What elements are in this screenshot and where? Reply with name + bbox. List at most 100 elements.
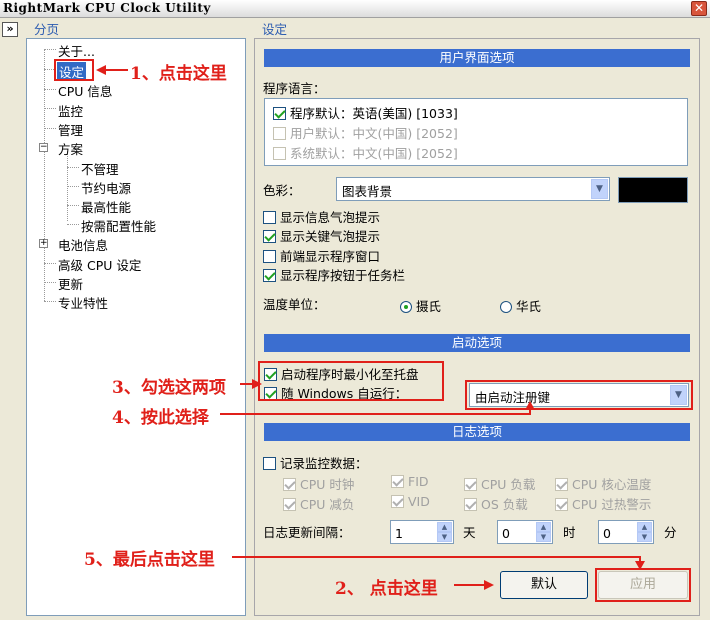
checkbox-icon <box>464 498 477 511</box>
fahrenheit-radio[interactable]: 华氏 <box>500 296 541 315</box>
title-bar: RightMark CPU Clock Utility ✕ <box>0 0 710 18</box>
tree-line <box>44 108 56 109</box>
tree-line <box>67 224 79 225</box>
log-field-cpu-core-temp: CPU 核心温度 <box>555 474 651 493</box>
tree-item-power-save[interactable]: 节约电源 <box>81 178 131 197</box>
days-spinner[interactable]: 1 ▲ ▼ <box>390 520 454 544</box>
color-select[interactable]: 图表背景 ▼ <box>336 177 610 201</box>
tree-item-monitor[interactable]: 监控 <box>58 101 83 120</box>
close-button[interactable]: ✕ <box>691 1 707 16</box>
show-info-balloon-checkbox[interactable]: 显示信息气泡提示 <box>263 207 380 226</box>
spin-up-icon[interactable]: ▲ <box>536 522 551 532</box>
language-option: 系统默认：中文(中国) [2052] <box>273 143 458 162</box>
always-on-top-checkbox[interactable]: 前端显示程序窗口 <box>263 246 380 265</box>
checkbox-icon <box>555 498 568 511</box>
log-interval-label: 日志更新间隔： <box>263 525 351 540</box>
annotation-step3: 3、勾选这两项 <box>112 378 226 398</box>
tree-item-cpu-info[interactable]: CPU 信息 <box>58 81 112 100</box>
checkbox-icon <box>273 107 286 120</box>
tree-line <box>44 263 56 264</box>
page-tree: 关于... 设定 CPU 信息 监控 管理 − 方案 不管理 节约电源 最高性能… <box>26 38 246 616</box>
tree-line <box>67 167 79 168</box>
checkbox-icon <box>464 478 477 491</box>
log-field-cpu-overheat: CPU 过热警示 <box>555 494 651 513</box>
record-monitor-data-checkbox[interactable]: 记录监控数据： <box>263 453 368 472</box>
tree-item-pro-features[interactable]: 专业特性 <box>58 293 108 312</box>
collapse-pane-button[interactable]: » <box>2 22 18 37</box>
celsius-radio[interactable]: 摄氏 <box>400 296 441 315</box>
annotation-step4: 4、按此选择 <box>112 408 209 428</box>
annotation-step5: 5、最后点击这里 <box>84 550 215 570</box>
tree-item-max-performance[interactable]: 最高性能 <box>81 197 131 216</box>
checkbox-icon <box>391 495 404 508</box>
checkbox-icon <box>263 230 276 243</box>
checkbox-icon <box>263 269 276 282</box>
tree-item-advanced-cpu[interactable]: 高级 CPU 设定 <box>58 255 141 274</box>
window-title: RightMark CPU Clock Utility <box>3 1 211 15</box>
minutes-spinner[interactable]: 0 ▲ ▼ <box>598 520 654 544</box>
tree-item-manage[interactable]: 管理 <box>58 120 83 139</box>
startup-options-header: 启动选项 <box>264 334 690 352</box>
radio-icon <box>500 301 512 313</box>
color-swatch[interactable] <box>618 177 688 203</box>
tree-item-battery[interactable]: 电池信息 <box>58 235 108 254</box>
log-field-vid: VID <box>391 494 430 509</box>
arrow-line <box>220 413 530 415</box>
checkbox-icon <box>263 211 276 224</box>
log-field-cpu-clock: CPU 时钟 <box>283 474 354 493</box>
temperature-unit-label: 温度单位： <box>263 297 326 312</box>
tree-item-profiles[interactable]: 方案 <box>58 139 83 158</box>
days-unit: 天 <box>463 525 476 540</box>
tree-line <box>44 282 56 283</box>
log-field-cpu-load: CPU 负载 <box>464 474 535 493</box>
expand-icon[interactable]: + <box>39 239 48 248</box>
arrow-line <box>104 69 128 71</box>
log-field-cpu-throttle: CPU 减负 <box>283 494 354 513</box>
tree-line <box>44 301 56 302</box>
tree-item-update[interactable]: 更新 <box>58 274 83 293</box>
default-button[interactable]: 默认 <box>500 571 588 599</box>
right-pane-title: 设定 <box>262 22 288 37</box>
checkbox-icon <box>283 478 296 491</box>
spin-down-icon[interactable]: ▼ <box>536 532 551 542</box>
show-taskbar-button-checkbox[interactable]: 显示程序按钮于任务栏 <box>263 265 405 284</box>
arrow-icon <box>525 401 535 410</box>
language-option[interactable]: 程序默认：英语(美国) [1033] <box>273 103 458 122</box>
highlight-startup-checks <box>258 361 444 401</box>
tree-line <box>67 186 79 187</box>
tree-line <box>44 89 56 90</box>
chevron-down-icon: ▼ <box>591 179 608 199</box>
arrow-line <box>232 556 640 558</box>
highlight-settings <box>54 59 94 81</box>
ui-options-header: 用户界面选项 <box>264 49 690 67</box>
spin-down-icon[interactable]: ▼ <box>437 532 452 542</box>
highlight-apply <box>595 568 691 602</box>
hours-spinner[interactable]: 0 ▲ ▼ <box>497 520 553 544</box>
log-field-os-load: OS 负载 <box>464 494 528 513</box>
show-critical-balloon-checkbox[interactable]: 显示关键气泡提示 <box>263 226 380 245</box>
log-options-header: 日志选项 <box>264 423 690 441</box>
collapse-icon[interactable]: − <box>39 143 48 152</box>
tree-item-about[interactable]: 关于... <box>58 41 95 60</box>
language-option: 用户默认：中文(中国) [2052] <box>273 123 458 142</box>
arrow-icon <box>635 561 645 570</box>
checkbox-icon <box>263 457 276 470</box>
minutes-unit: 分 <box>664 525 677 540</box>
tree-item-no-manage[interactable]: 不管理 <box>81 159 119 178</box>
tree-item-on-demand[interactable]: 按需配置性能 <box>81 216 156 235</box>
spin-up-icon[interactable]: ▲ <box>637 522 652 532</box>
hours-unit: 时 <box>563 525 576 540</box>
spin-up-icon[interactable]: ▲ <box>437 522 452 532</box>
checkbox-icon <box>273 127 286 140</box>
language-label: 程序语言： <box>263 81 326 96</box>
radio-icon <box>400 301 412 313</box>
checkbox-icon <box>263 250 276 263</box>
language-list[interactable]: 程序默认：英语(美国) [1033] 用户默认：中文(中国) [2052] 系统… <box>264 98 688 166</box>
annotation-step2: 2、 点击这里 <box>335 579 438 599</box>
spin-down-icon[interactable]: ▼ <box>637 532 652 542</box>
tree-line <box>44 49 56 50</box>
arrow-line <box>454 584 486 586</box>
color-label: 色彩： <box>263 183 301 198</box>
annotation-step1: 1、点击这里 <box>130 64 227 84</box>
checkbox-icon <box>273 147 286 160</box>
